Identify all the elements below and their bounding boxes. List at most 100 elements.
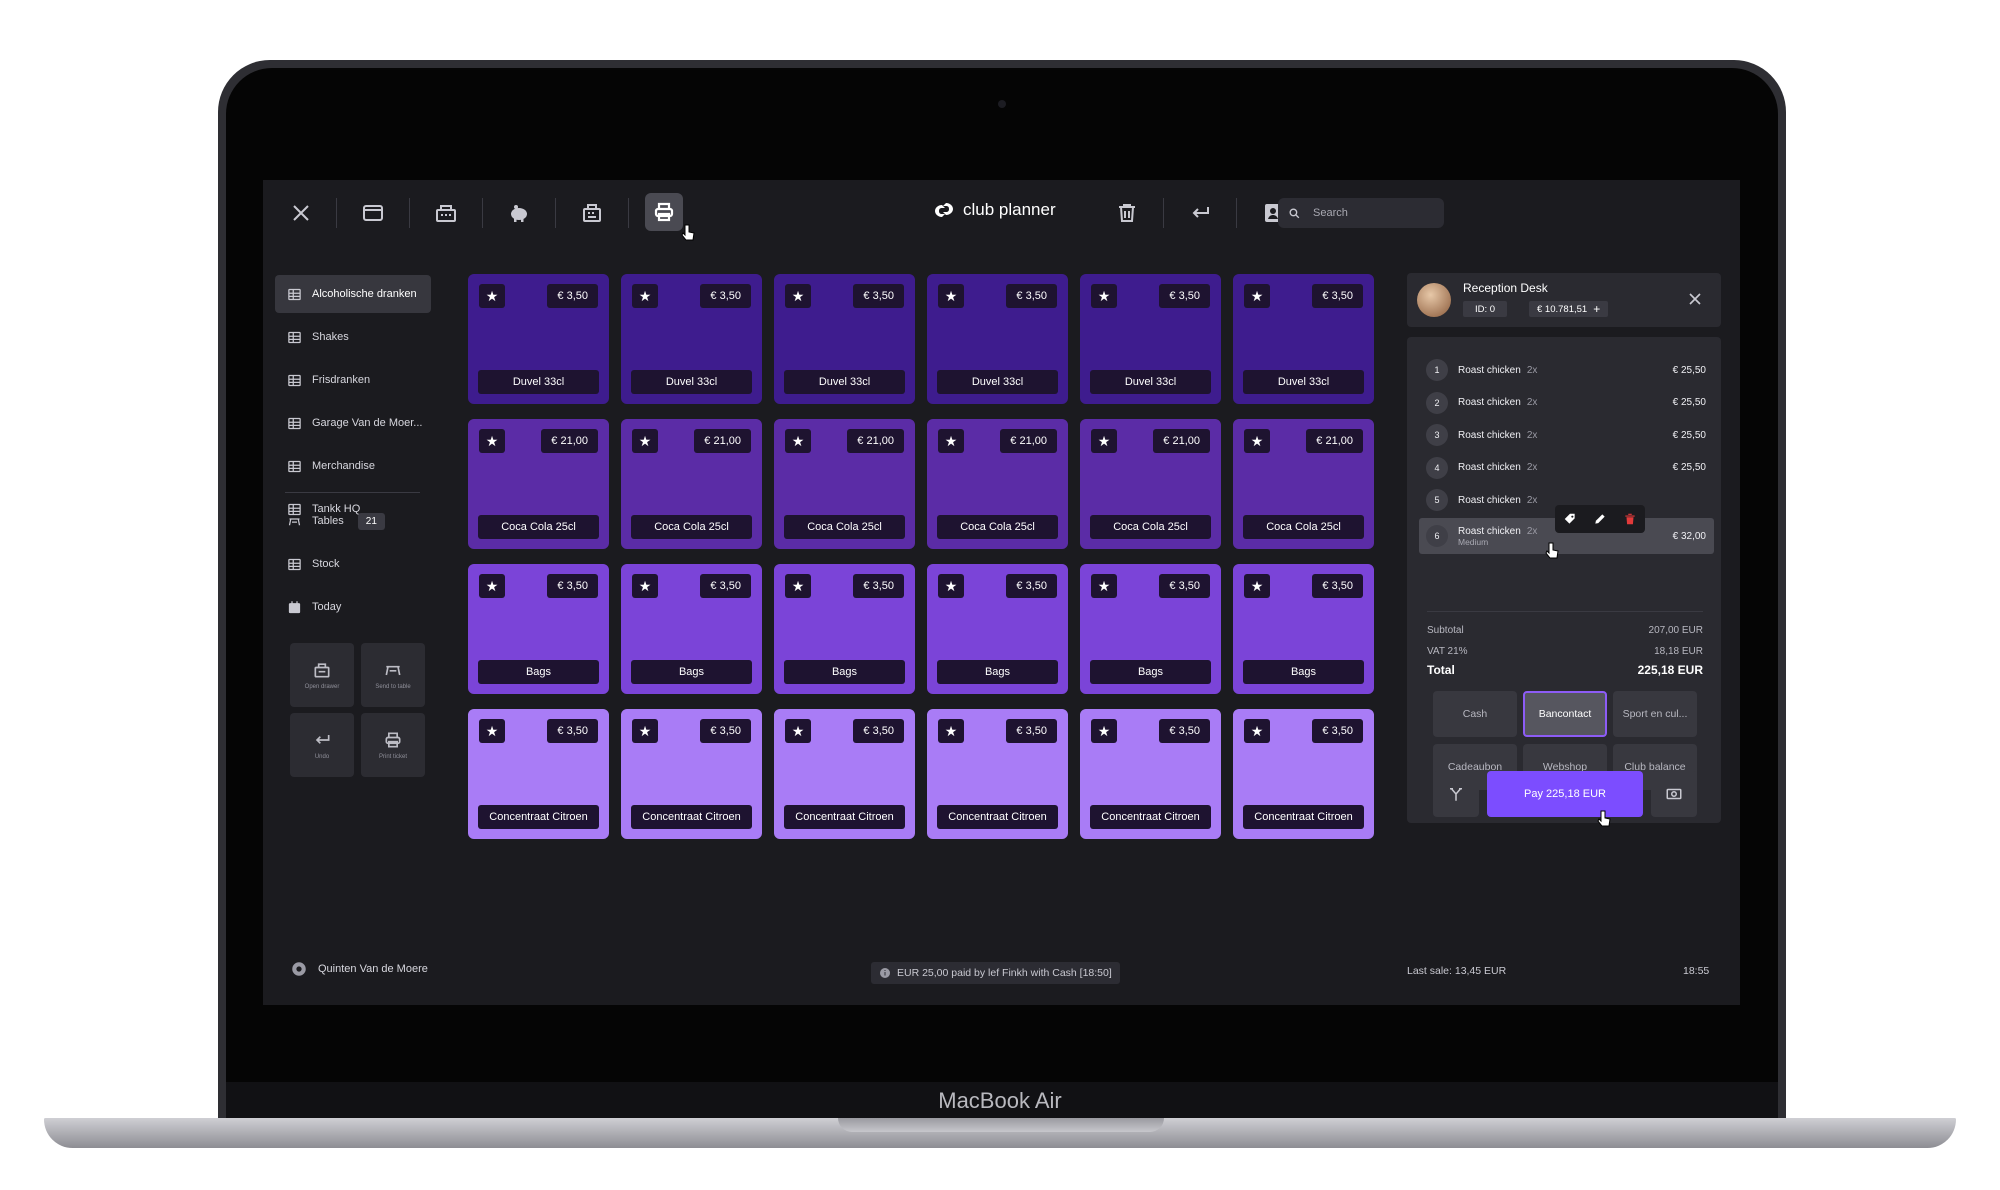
- favorite-star-icon[interactable]: ★: [938, 284, 964, 308]
- payment-method-button[interactable]: Sport en cul...: [1613, 691, 1697, 737]
- favorite-star-icon[interactable]: ★: [1244, 719, 1270, 743]
- wallet-icon[interactable]: [355, 195, 391, 231]
- delete-icon[interactable]: [1623, 512, 1637, 526]
- product-tile[interactable]: ★ € 21,00 Coca Cola 25cl: [1080, 419, 1221, 549]
- ticket-line[interactable]: 3 Roast chicken 2x € 25,50: [1419, 420, 1714, 450]
- product-tile[interactable]: ★ € 3,50 Duvel 33cl: [1080, 274, 1221, 404]
- tag-icon[interactable]: [1563, 512, 1577, 526]
- subtotal-value: 207,00 EUR: [1648, 625, 1703, 636]
- return-icon[interactable]: [1182, 195, 1218, 231]
- favorite-star-icon[interactable]: ★: [632, 719, 658, 743]
- sidebar-item-category[interactable]: Garage Van de Moer...: [275, 404, 431, 442]
- product-tile[interactable]: ★ € 3,50 Concentraat Citroen: [468, 709, 609, 839]
- close-customer-icon[interactable]: [1685, 289, 1705, 309]
- product-name: Concentraat Citroen: [1243, 805, 1364, 829]
- favorite-star-icon[interactable]: ★: [1244, 574, 1270, 598]
- send-to-table-button[interactable]: Send to table: [361, 643, 425, 707]
- sidebar-item-stock[interactable]: Stock: [275, 545, 431, 583]
- payment-method-button[interactable]: Cash: [1433, 691, 1517, 737]
- sidebar-item-label: Garage Van de Moer...: [312, 417, 423, 429]
- sidebar-item-category[interactable]: Shakes: [275, 318, 431, 356]
- product-tile[interactable]: ★ € 3,50 Concentraat Citroen: [927, 709, 1068, 839]
- favorite-star-icon[interactable]: ★: [1091, 429, 1117, 453]
- cash-register-icon[interactable]: [428, 195, 464, 231]
- product-price: € 3,50: [700, 719, 751, 743]
- sidebar-item-category[interactable]: Merchandise: [275, 447, 431, 485]
- search-box[interactable]: [1278, 198, 1444, 228]
- sidebar-item-category[interactable]: Frisdranken: [275, 361, 431, 399]
- customer-balance-badge[interactable]: € 10.781,51 +: [1529, 301, 1609, 317]
- cash-drawer-button[interactable]: [1651, 771, 1697, 817]
- favorite-star-icon[interactable]: ★: [785, 429, 811, 453]
- vat-value: 18,18 EUR: [1654, 646, 1703, 657]
- product-price: € 21,00: [1306, 429, 1363, 453]
- sidebar-item-label: Merchandise: [312, 460, 375, 472]
- product-tile[interactable]: ★ € 21,00 Coca Cola 25cl: [927, 419, 1068, 549]
- product-tile[interactable]: ★ € 3,50 Bags: [621, 564, 762, 694]
- favorite-star-icon[interactable]: ★: [479, 574, 505, 598]
- product-tile[interactable]: ★ € 3,50 Bags: [774, 564, 915, 694]
- product-tile[interactable]: ★ € 21,00 Coca Cola 25cl: [774, 419, 915, 549]
- product-tile[interactable]: ★ € 3,50 Duvel 33cl: [1233, 274, 1374, 404]
- product-tile[interactable]: ★ € 3,50 Duvel 33cl: [927, 274, 1068, 404]
- customer-name: Reception Desk: [1463, 281, 1548, 295]
- product-tile[interactable]: ★ € 3,50 Duvel 33cl: [468, 274, 609, 404]
- product-tile[interactable]: ★ € 3,50 Concentraat Citroen: [774, 709, 915, 839]
- line-name: Roast chicken: [1458, 462, 1521, 474]
- favorite-star-icon[interactable]: ★: [479, 284, 505, 308]
- product-tile[interactable]: ★ € 3,50 Concentraat Citroen: [1233, 709, 1374, 839]
- product-tile[interactable]: ★ € 3,50 Duvel 33cl: [774, 274, 915, 404]
- product-tile[interactable]: ★ € 21,00 Coca Cola 25cl: [621, 419, 762, 549]
- favorite-star-icon[interactable]: ★: [479, 429, 505, 453]
- favorite-star-icon[interactable]: ★: [1244, 429, 1270, 453]
- sidebar-item-today[interactable]: Today: [275, 588, 431, 626]
- product-tile[interactable]: ★ € 3,50 Concentraat Citroen: [1080, 709, 1221, 839]
- favorite-star-icon[interactable]: ★: [785, 574, 811, 598]
- payment-method-button[interactable]: Bancontact: [1523, 691, 1607, 737]
- sidebar-item-category[interactable]: Alcoholische dranken: [275, 275, 431, 313]
- favorite-star-icon[interactable]: ★: [479, 719, 505, 743]
- pencil-icon[interactable]: [1593, 512, 1607, 526]
- tables-count-badge: 21: [357, 512, 385, 530]
- user-settings[interactable]: Quinten Van de Moere: [290, 960, 428, 978]
- split-payment-button[interactable]: [1433, 771, 1479, 817]
- favorite-star-icon[interactable]: ★: [632, 284, 658, 308]
- print-ticket-button[interactable]: Print ticket: [361, 713, 425, 777]
- favorite-star-icon[interactable]: ★: [785, 719, 811, 743]
- product-tile[interactable]: ★ € 3,50 Bags: [927, 564, 1068, 694]
- club-planner-logo-icon: [935, 203, 953, 217]
- product-tile[interactable]: ★ € 3,50 Bags: [1233, 564, 1374, 694]
- product-tile[interactable]: ★ € 3,50 Duvel 33cl: [621, 274, 762, 404]
- product-tile[interactable]: ★ € 21,00 Coca Cola 25cl: [1233, 419, 1374, 549]
- favorite-star-icon[interactable]: ★: [938, 719, 964, 743]
- favorite-star-icon[interactable]: ★: [1091, 574, 1117, 598]
- favorite-star-icon[interactable]: ★: [1091, 284, 1117, 308]
- open-drawer-button[interactable]: Open drawer: [290, 643, 354, 707]
- favorite-star-icon[interactable]: ★: [1244, 284, 1270, 308]
- favorite-star-icon[interactable]: ★: [938, 574, 964, 598]
- sidebar-item-tables[interactable]: Tables 21: [275, 502, 431, 540]
- product-name: Concentraat Citroen: [1090, 805, 1211, 829]
- product-tile[interactable]: ★ € 3,50 Bags: [468, 564, 609, 694]
- ticket-line[interactable]: 2 Roast chicken 2x € 25,50: [1419, 388, 1714, 418]
- favorite-star-icon[interactable]: ★: [938, 429, 964, 453]
- product-tile[interactable]: ★ € 3,50 Concentraat Citroen: [621, 709, 762, 839]
- product-tile[interactable]: ★ € 21,00 Coca Cola 25cl: [468, 419, 609, 549]
- favorite-star-icon[interactable]: ★: [632, 574, 658, 598]
- piggy-bank-icon[interactable]: [501, 195, 537, 231]
- product-tile[interactable]: ★ € 3,50 Bags: [1080, 564, 1221, 694]
- pay-button[interactable]: Pay 225,18 EUR: [1487, 771, 1643, 817]
- undo-button[interactable]: Undo: [290, 713, 354, 777]
- ticket-line[interactable]: 4 Roast chicken 2x € 25,50: [1419, 453, 1714, 483]
- today-label: Today: [312, 601, 342, 613]
- favorite-star-icon[interactable]: ★: [1091, 719, 1117, 743]
- add-balance-icon[interactable]: +: [1593, 302, 1600, 316]
- printer-icon[interactable]: [645, 193, 683, 231]
- calculator-icon[interactable]: [574, 195, 610, 231]
- close-icon[interactable]: [283, 195, 319, 231]
- search-input[interactable]: [1311, 206, 1425, 220]
- ticket-line[interactable]: 1 Roast chicken 2x € 25,50: [1419, 355, 1714, 385]
- favorite-star-icon[interactable]: ★: [785, 284, 811, 308]
- trash-icon[interactable]: [1109, 195, 1145, 231]
- favorite-star-icon[interactable]: ★: [632, 429, 658, 453]
